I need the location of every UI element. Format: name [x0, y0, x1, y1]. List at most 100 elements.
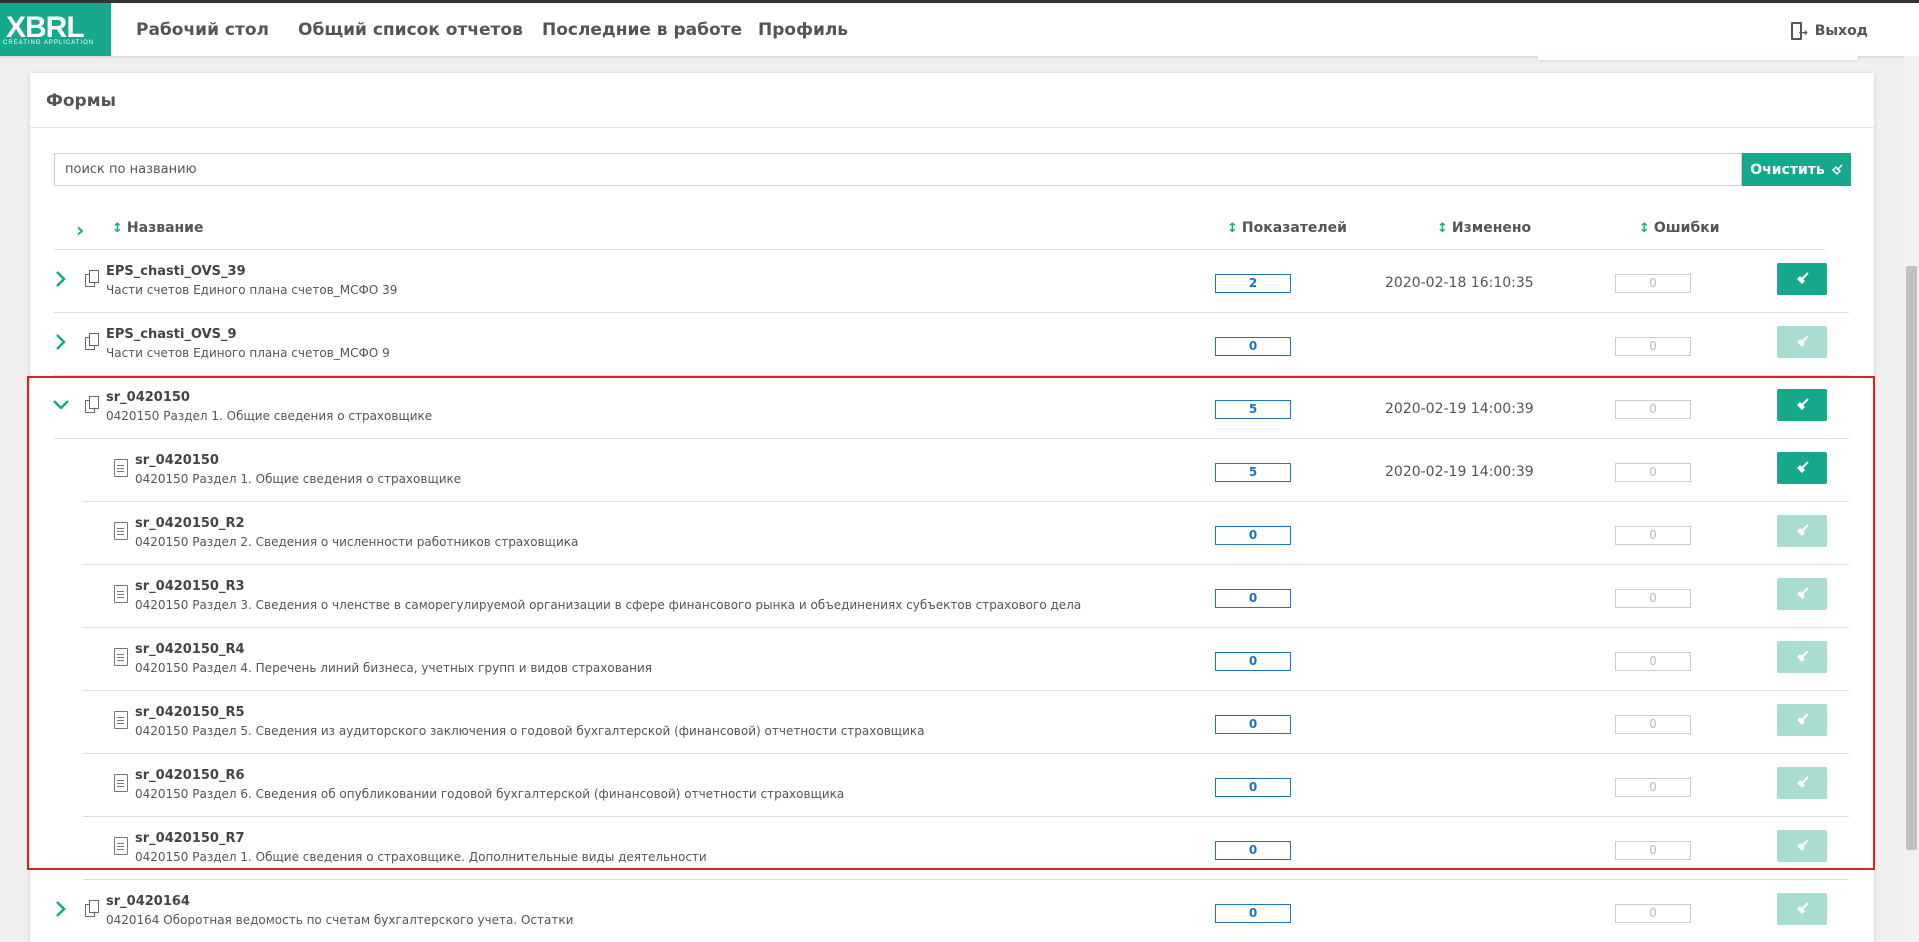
- clean-form-button[interactable]: [1777, 263, 1827, 295]
- indicators-count: 0: [1215, 715, 1291, 734]
- header-name[interactable]: ↕ Название: [112, 220, 204, 236]
- form-name[interactable]: sr_0420150_R2: [135, 516, 245, 531]
- indicators-count: 0: [1215, 526, 1291, 545]
- form-name[interactable]: EPS_chasti_OVS_39: [106, 264, 246, 279]
- sort-icon: ↕: [1227, 220, 1238, 236]
- form-description: 0420150 Раздел 5. Сведения из аудиторско…: [135, 724, 925, 738]
- clean-form-button[interactable]: [1777, 578, 1827, 610]
- panel-header: Формы: [30, 73, 1874, 128]
- broom-icon: [1797, 461, 1809, 473]
- table-row[interactable]: sr_0420150_R5 0420150 Раздел 5. Сведения …: [30, 691, 1874, 754]
- form-name[interactable]: sr_0420164: [106, 894, 190, 909]
- clean-form-button[interactable]: [1777, 326, 1827, 358]
- clean-form-button[interactable]: [1777, 767, 1827, 799]
- header-modified[interactable]: ↕ Изменено: [1437, 220, 1531, 236]
- form-description: 0420150 Раздел 1. Общие сведения о страх…: [106, 409, 433, 423]
- indicators-count: 0: [1215, 337, 1291, 356]
- chevron-right-icon[interactable]: [52, 898, 70, 920]
- indicators-count: 0: [1215, 652, 1291, 671]
- chevron-right-icon[interactable]: [52, 268, 70, 290]
- form-name[interactable]: sr_0420150_R7: [135, 831, 245, 846]
- form-description: 0420150 Раздел 2. Сведения о численности…: [135, 535, 579, 549]
- form-name[interactable]: EPS_chasti_OVS_9: [106, 327, 237, 342]
- panel-title: Формы: [46, 91, 116, 111]
- top-navbar: XBRL CREATING APPLICATION Рабочий стол О…: [0, 0, 1919, 56]
- clean-form-button[interactable]: [1777, 830, 1827, 862]
- header-errors-label: Ошибки: [1653, 220, 1720, 236]
- logo-tagline: CREATING APPLICATION: [3, 40, 95, 46]
- table-row[interactable]: sr_0420150_R2 0420150 Раздел 2. Сведения …: [30, 502, 1874, 565]
- form-description: 0420150 Раздел 4. Перечень линий бизнеса…: [135, 661, 653, 675]
- modified-date: 2020-02-19 14:00:39: [1385, 401, 1534, 417]
- table-row[interactable]: EPS_chasti_OVS_9 Части счетов Единого пла…: [30, 313, 1874, 376]
- table-row[interactable]: sr_0420150 0420150 Раздел 1. Общие сведен…: [30, 376, 1874, 439]
- table-row[interactable]: sr_0420150 0420150 Раздел 1. Общие сведен…: [30, 439, 1874, 502]
- clean-form-button[interactable]: [1777, 893, 1827, 925]
- copy-icon: [85, 333, 99, 351]
- table-row[interactable]: EPS_chasti_OVS_39 Части счетов Единого пл…: [30, 250, 1874, 313]
- errors-count: 0: [1615, 652, 1691, 671]
- clean-form-button[interactable]: [1777, 704, 1827, 736]
- form-name[interactable]: sr_0420150_R6: [135, 768, 245, 783]
- form-name[interactable]: sr_0420150_R4: [135, 642, 245, 657]
- form-name[interactable]: sr_0420150: [106, 390, 190, 405]
- header-errors[interactable]: ↕ Ошибки: [1639, 220, 1720, 236]
- broom-icon: [1797, 587, 1809, 599]
- document-icon: [114, 837, 128, 855]
- nav-reports-list[interactable]: Общий список отчетов: [298, 20, 523, 40]
- logout-button[interactable]: → Выход: [1790, 22, 1868, 40]
- header-indicators-label: Показателей: [1241, 220, 1347, 236]
- broom-icon: [1797, 335, 1809, 347]
- search-bar: Очистить: [54, 153, 1851, 186]
- sort-icon: ↕: [1639, 220, 1650, 236]
- clear-label: Очистить: [1750, 161, 1825, 178]
- document-icon: [114, 585, 128, 603]
- xbrl-logo[interactable]: XBRL CREATING APPLICATION: [0, 3, 111, 56]
- form-name[interactable]: sr_0420150_R5: [135, 705, 245, 720]
- errors-count: 0: [1615, 274, 1691, 293]
- table-row[interactable]: sr_0420150_R4 0420150 Раздел 4. Перечень …: [30, 628, 1874, 691]
- chevron-right-icon[interactable]: [52, 331, 70, 353]
- logout-icon: →: [1790, 22, 1808, 40]
- form-name[interactable]: sr_0420150: [135, 453, 219, 468]
- errors-count: 0: [1615, 841, 1691, 860]
- document-icon: [114, 774, 128, 792]
- nav-profile[interactable]: Профиль: [758, 20, 848, 40]
- indicators-count: 2: [1215, 274, 1291, 293]
- form-description: 0420164 Оборотная ведомость по счетам бу…: [106, 913, 574, 927]
- clean-form-button[interactable]: [1777, 389, 1827, 421]
- document-icon: [114, 648, 128, 666]
- nav-desktop[interactable]: Рабочий стол: [136, 20, 269, 40]
- errors-count: 0: [1615, 337, 1691, 356]
- expand-all-toggle[interactable]: ›: [76, 220, 84, 240]
- header-indicators[interactable]: ↕ Показателей: [1227, 220, 1347, 236]
- broom-icon: [1831, 163, 1843, 175]
- table-row[interactable]: sr_0420150_R7 0420150 Раздел 1. Общие све…: [30, 817, 1874, 880]
- form-description: 0420150 Раздел 1. Общие сведения о страх…: [135, 472, 462, 486]
- chevron-down-icon[interactable]: [52, 394, 70, 416]
- clear-button[interactable]: Очистить: [1742, 153, 1851, 186]
- logout-label: Выход: [1814, 23, 1868, 39]
- document-icon: [114, 522, 128, 540]
- broom-icon: [1797, 713, 1809, 725]
- broom-icon: [1797, 776, 1809, 788]
- scrollbar-track[interactable]: [1904, 56, 1919, 942]
- clean-form-button[interactable]: [1777, 515, 1827, 547]
- document-icon: [114, 459, 128, 477]
- table-header: › ↕ Название ↕ Показателей ↕ Изменено ↕ Ошиб…: [54, 208, 1825, 250]
- form-description: Части счетов Единого плана счетов_МСФО 3…: [106, 283, 398, 297]
- table-row[interactable]: sr_0420164 0420164 Оборотная ведомость по…: [30, 880, 1874, 942]
- search-input[interactable]: [54, 153, 1742, 186]
- table-row[interactable]: sr_0420150_R6 0420150 Раздел 6. Сведения …: [30, 754, 1874, 817]
- scrollbar-thumb[interactable]: [1906, 266, 1917, 850]
- copy-icon: [85, 900, 99, 918]
- sort-icon: ↕: [112, 220, 123, 236]
- nav-recent[interactable]: Последние в работе: [542, 20, 742, 40]
- copy-icon: [85, 270, 99, 288]
- clean-form-button[interactable]: [1777, 641, 1827, 673]
- errors-count: 0: [1615, 904, 1691, 923]
- errors-count: 0: [1615, 526, 1691, 545]
- clean-form-button[interactable]: [1777, 452, 1827, 484]
- form-name[interactable]: sr_0420150_R3: [135, 579, 245, 594]
- table-row[interactable]: sr_0420150_R3 0420150 Раздел 3. Сведения …: [30, 565, 1874, 628]
